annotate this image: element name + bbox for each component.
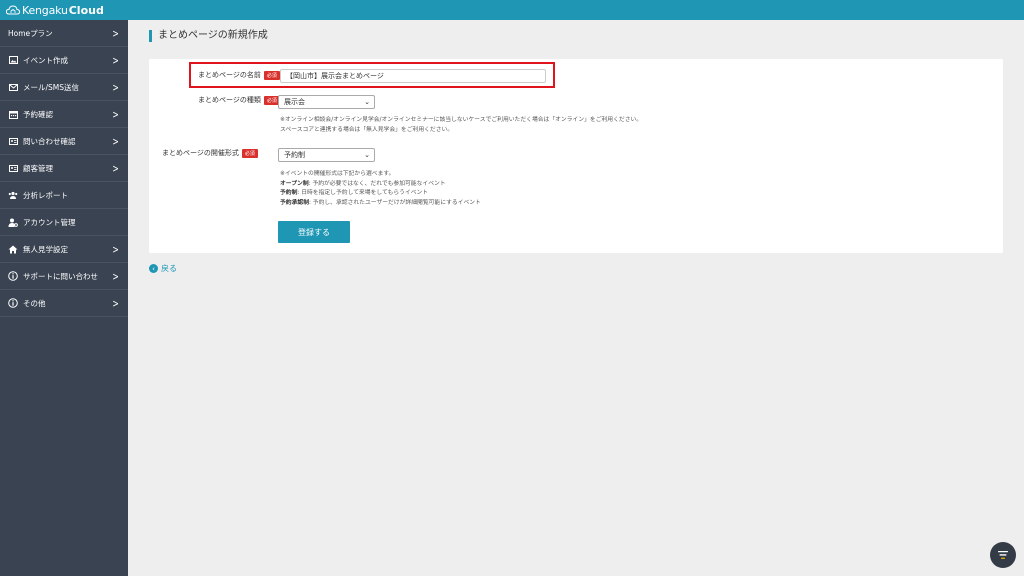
sidebar-item-label: イベント作成 <box>23 55 68 65</box>
sidebar-item-support[interactable]: サポートに問い合わせ > <box>0 263 128 290</box>
users-icon <box>8 191 18 200</box>
sidebar-item-label: 顧客管理 <box>23 163 53 173</box>
sidebar-item-account[interactable]: アカウント管理 <box>0 209 128 236</box>
user-gear-icon <box>8 218 18 227</box>
sidebar-item-mail-sms[interactable]: メール/SMS送信 > <box>0 74 128 101</box>
page-title: まとめページの新規作成 <box>149 30 268 42</box>
help-line: 予約承認制: 予約し、承認されたユーザーだけが詳細閲覧可能にするイベント <box>280 199 481 209</box>
help-term: 予約承認制 <box>280 199 309 206</box>
help-line: スペースコアと連携する場合は「無人見学会」をご利用ください。 <box>280 126 454 133</box>
chevron-down-icon: ⌄ <box>364 98 370 106</box>
floating-menu-button[interactable] <box>990 542 1016 568</box>
chevron-right-icon: > <box>112 81 119 94</box>
sidebar-item-other[interactable]: その他 > <box>0 290 128 317</box>
help-desc: : 予約が必要ではなく、だれでも参加可能なイベント <box>308 180 446 187</box>
calendar-icon <box>8 110 18 119</box>
label-text: まとめページの種類 <box>198 96 261 104</box>
sidebar: Homeプラン > イベント作成 > メール/SMS送信 > 予約確認 > 問い… <box>0 20 128 576</box>
back-link[interactable]: ‹ 戻る <box>149 263 177 274</box>
sidebar-item-home-plan[interactable]: Homeプラン > <box>0 20 128 47</box>
sidebar-item-label: アカウント管理 <box>23 217 76 227</box>
home-icon <box>8 245 18 254</box>
format-help-text: ※イベントの開催形式は下記から選べます。 オープン制: 予約が必要ではなく、だれ… <box>280 170 481 208</box>
page-type-select[interactable]: 展示会 ⌄ <box>278 95 375 109</box>
sidebar-item-label: 問い合わせ確認 <box>23 136 76 146</box>
app-logo[interactable]: Kengaku Cloud <box>6 4 104 17</box>
type-field-label: まとめページの種類 必須 <box>198 95 280 105</box>
sidebar-item-reservations[interactable]: 予約確認 > <box>0 101 128 128</box>
required-badge: 必須 <box>241 148 258 158</box>
sidebar-item-label: その他 <box>23 298 46 308</box>
required-badge: 必須 <box>263 70 280 80</box>
name-field-label: まとめページの名前 必須 <box>198 70 280 80</box>
sidebar-item-customers[interactable]: 顧客管理 > <box>0 155 128 182</box>
info-icon <box>8 298 18 308</box>
help-line: ※オンライン相談会/オンライン見学会/オンラインセミナーに該当しないケースでご利… <box>280 117 643 123</box>
help-term: オープン制 <box>280 180 309 187</box>
type-help-text: ※オンライン相談会/オンライン見学会/オンラインセミナーに該当しないケースでご利… <box>280 116 642 135</box>
chevron-right-icon: > <box>112 54 119 67</box>
help-line: ※イベントの開催形式は下記から選べます。 <box>280 171 395 177</box>
top-bar: Kengaku Cloud <box>0 0 1024 20</box>
help-line: オープン制: 予約が必要ではなく、だれでも参加可能なイベント <box>280 180 481 190</box>
back-label: 戻る <box>161 264 177 273</box>
chevron-right-icon: > <box>112 108 119 121</box>
mail-icon <box>8 83 18 92</box>
select-value: 予約制 <box>284 151 305 159</box>
format-field-label: まとめページの開催形式 必須 <box>162 148 258 158</box>
help-term: 予約制 <box>280 190 298 196</box>
help-desc: : 日時を指定し予約して来場をしてもらうイベント <box>297 190 429 196</box>
chevron-right-icon: > <box>112 135 119 148</box>
select-value: 展示会 <box>284 98 305 106</box>
sidebar-item-label: 予約確認 <box>23 109 53 119</box>
help-desc: : 予約し、承認されたユーザーだけが詳細閲覧可能にするイベント <box>309 199 481 206</box>
list-filter-icon <box>998 551 1008 559</box>
chevron-right-icon: > <box>112 270 119 283</box>
sidebar-item-inquiries[interactable]: 問い合わせ確認 > <box>0 128 128 155</box>
main-content: まとめページの新規作成 まとめページの名前 必須 まとめページの種類 必須 展示… <box>128 20 1024 576</box>
chevron-down-icon: ⌄ <box>364 151 370 159</box>
chevron-right-icon: > <box>112 243 119 256</box>
help-line: 予約制: 日時を指定し予約して来場をしてもらうイベント <box>280 189 481 199</box>
brand-name-part2: Cloud <box>68 3 104 17</box>
form-card: まとめページの名前 必須 まとめページの種類 必須 展示会 ⌄ ※オンライン相談… <box>149 59 1003 253</box>
label-text: まとめページの名前 <box>198 71 261 79</box>
sidebar-item-unmanned-tour[interactable]: 無人見学設定 > <box>0 236 128 263</box>
sidebar-item-label: 無人見学設定 <box>23 244 68 254</box>
format-select[interactable]: 予約制 ⌄ <box>278 148 375 162</box>
sidebar-item-label: 分析レポート <box>23 190 68 200</box>
cloud-logo-icon <box>6 5 20 15</box>
sidebar-item-label: メール/SMS送信 <box>23 82 80 92</box>
sidebar-item-label: サポートに問い合わせ <box>23 271 98 281</box>
arrow-left-circle-icon: ‹ <box>149 264 158 273</box>
id-card-icon <box>8 164 18 173</box>
chevron-right-icon: > <box>112 162 119 175</box>
label-text: まとめページの開催形式 <box>162 149 239 157</box>
chevron-right-icon: > <box>112 27 119 40</box>
sidebar-item-analytics[interactable]: 分析レポート <box>0 182 128 209</box>
brand-name-part1: Kengaku <box>22 3 68 17</box>
chevron-right-icon: > <box>112 297 119 310</box>
page-name-input[interactable] <box>280 69 546 83</box>
id-card-icon <box>8 137 18 146</box>
info-icon <box>8 271 18 281</box>
sidebar-item-event-create[interactable]: イベント作成 > <box>0 47 128 74</box>
image-icon <box>8 56 18 65</box>
sidebar-item-label: Homeプラン <box>8 28 53 38</box>
register-button[interactable]: 登録する <box>278 221 350 243</box>
